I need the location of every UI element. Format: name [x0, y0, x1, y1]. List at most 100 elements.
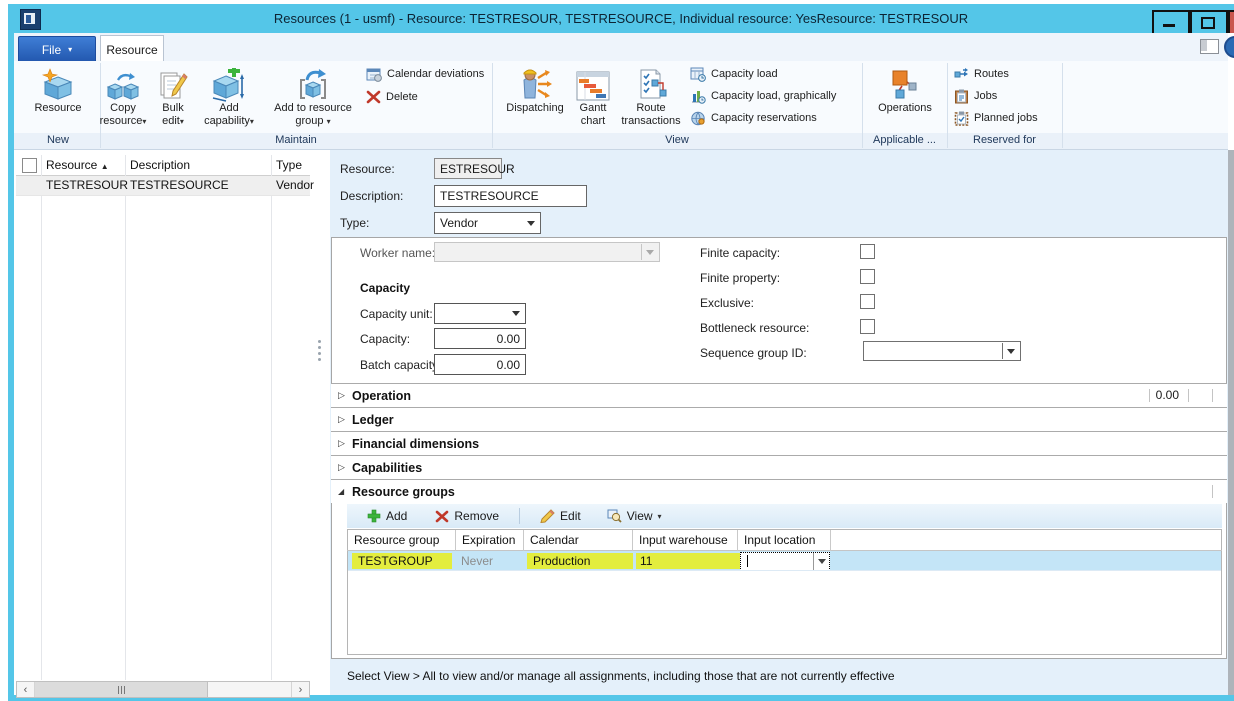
type-dropdown[interactable]: Vendor: [434, 212, 541, 234]
add-button[interactable]: Add: [367, 509, 407, 523]
minimize-button[interactable]: [1152, 10, 1190, 33]
chevron-down-icon: [813, 553, 829, 570]
capacity-label: Capacity:: [360, 332, 410, 346]
remove-icon: [435, 510, 449, 523]
rg-col-resource-group[interactable]: Resource group: [348, 530, 455, 550]
finite-capacity-checkbox[interactable]: [860, 244, 875, 259]
select-all-checkbox[interactable]: [22, 158, 37, 173]
fasttab-financial-dimensions[interactable]: ▷ Financial dimensions: [331, 431, 1227, 455]
capacity-field[interactable]: 0.00: [434, 328, 526, 349]
finite-property-checkbox[interactable]: [860, 269, 875, 284]
maximize-icon: [1201, 17, 1215, 29]
fasttab-ledger[interactable]: ▷ Ledger: [331, 407, 1227, 431]
capacity-reservations-icon: [690, 111, 706, 126]
sequence-group-dropdown[interactable]: [863, 341, 1021, 361]
add-to-resource-group-icon: [295, 63, 331, 102]
gantt-chart-label: Gantt chart: [570, 102, 616, 128]
capacity-unit-dropdown[interactable]: [434, 303, 526, 324]
route-transactions-icon: [634, 63, 668, 102]
add-capability-icon: [211, 63, 247, 102]
group-separator: [1062, 63, 1063, 148]
file-menu-label: File: [42, 43, 61, 57]
expander-collapsed-icon: ▷: [338, 390, 348, 401]
capacity-load-graphically-button[interactable]: Capacity load, graphically: [690, 87, 836, 105]
batch-capacity-field[interactable]: 0.00: [434, 354, 526, 375]
capacity-reservations-label: Capacity reservations: [711, 112, 817, 124]
operations-button[interactable]: Operations: [866, 63, 944, 132]
dispatching-label: Dispatching: [506, 102, 563, 115]
planned-jobs-icon: [954, 111, 969, 126]
bulk-edit-button[interactable]: Bulk edit▾: [152, 63, 194, 132]
resource-field[interactable]: ESTRESOUR: [434, 158, 502, 179]
new-resource-label: Resource: [34, 102, 81, 115]
rg-col-expiration[interactable]: Expiration: [456, 530, 523, 550]
capacity-reservations-button[interactable]: Capacity reservations: [690, 109, 817, 127]
calendar-deviations-label: Calendar deviations: [387, 68, 484, 80]
sequence-group-label: Sequence group ID:: [700, 346, 807, 360]
new-resource-button[interactable]: Resource: [20, 63, 96, 132]
description-field[interactable]: TESTRESOURCE: [434, 185, 587, 207]
file-menu-button[interactable]: File ▾: [18, 36, 96, 63]
exclusive-label: Exclusive:: [700, 296, 754, 310]
remove-button[interactable]: Remove: [435, 509, 499, 523]
fasttab-capabilities[interactable]: ▷ Capabilities: [331, 455, 1227, 479]
chevron-down-icon: ▾: [180, 117, 184, 126]
batch-capacity-label: Batch capacity:: [360, 358, 441, 372]
input-location-dropdown[interactable]: [740, 552, 830, 571]
maximize-button[interactable]: [1190, 10, 1228, 33]
route-transactions-button[interactable]: Route transactions: [618, 63, 684, 132]
column-header-type[interactable]: Type: [276, 158, 302, 172]
operations-label: Operations: [878, 102, 932, 115]
resource-field-label: Resource:: [340, 162, 395, 176]
routes-button[interactable]: Routes: [954, 65, 1009, 83]
list-horizontal-scrollbar[interactable]: ‹ ›: [16, 681, 310, 698]
capacity-unit-label: Capacity unit:: [360, 307, 433, 321]
layout-switcher-icon[interactable]: [1200, 39, 1219, 54]
column-header-description[interactable]: Description: [130, 158, 190, 172]
rg-col-input-warehouse[interactable]: Input warehouse: [633, 530, 737, 550]
add-capability-button[interactable]: Add capability▾: [196, 63, 262, 132]
delete-button[interactable]: Delete: [366, 88, 418, 106]
view-label: View: [627, 509, 653, 523]
group-label-view: View: [492, 134, 862, 146]
capacity-load-button[interactable]: Capacity load: [690, 65, 778, 83]
view-button[interactable]: View ▾: [607, 509, 662, 523]
delete-icon: [366, 90, 381, 104]
title-bar[interactable]: Resources (1 - usmf) - Resource: TESTRES…: [8, 4, 1234, 33]
add-to-resource-group-button[interactable]: Add to resource group ▾: [266, 63, 360, 132]
fasttab-resource-groups[interactable]: ◢ Resource groups: [331, 479, 1227, 503]
chevron-down-icon: ▾: [142, 117, 146, 126]
resource-list-row[interactable]: TESTRESOUR TESTRESOURCE Vendor: [16, 176, 310, 196]
tab-resource-label: Resource: [106, 43, 157, 57]
column-header-resource[interactable]: Resource ▲: [46, 158, 109, 172]
chevron-down-icon: ▾: [327, 117, 331, 126]
jobs-button[interactable]: Jobs: [954, 87, 997, 105]
worker-name-label: Worker name:: [360, 246, 435, 260]
exclusive-checkbox[interactable]: [860, 294, 875, 309]
form-vertical-scrollbar[interactable]: [1228, 150, 1234, 695]
gantt-chart-button[interactable]: Gantt chart: [570, 63, 616, 132]
remove-label: Remove: [454, 509, 499, 523]
dispatching-button[interactable]: Dispatching: [503, 63, 567, 132]
copy-resource-button[interactable]: Copy resource▾: [96, 63, 150, 132]
scroll-right-button[interactable]: ›: [291, 682, 309, 697]
pane-splitter[interactable]: [318, 340, 321, 361]
scroll-left-button[interactable]: ‹: [17, 682, 35, 697]
rg-col-input-location[interactable]: Input location: [738, 530, 830, 550]
copy-resource-icon: [106, 63, 140, 102]
bottleneck-resource-checkbox[interactable]: [860, 319, 875, 334]
scrollbar-thumb[interactable]: [35, 682, 208, 697]
tab-resource[interactable]: Resource: [100, 35, 164, 63]
jobs-label: Jobs: [974, 90, 997, 102]
close-button[interactable]: [1228, 10, 1234, 33]
fasttab-operation[interactable]: ▷ Operation 0.00: [331, 383, 1227, 407]
rg-col-calendar[interactable]: Calendar: [524, 530, 632, 550]
grid-footer-note: Select View > All to view and/or manage …: [347, 669, 895, 683]
column-divider: [271, 155, 272, 680]
bottleneck-resource-label: Bottleneck resource:: [700, 321, 809, 335]
operations-icon: [888, 63, 922, 102]
calendar-deviations-button[interactable]: Calendar deviations: [366, 65, 484, 83]
edit-button[interactable]: Edit: [540, 509, 581, 523]
ribbon-tab-strip: [14, 33, 1228, 62]
planned-jobs-button[interactable]: Planned jobs: [954, 109, 1038, 127]
